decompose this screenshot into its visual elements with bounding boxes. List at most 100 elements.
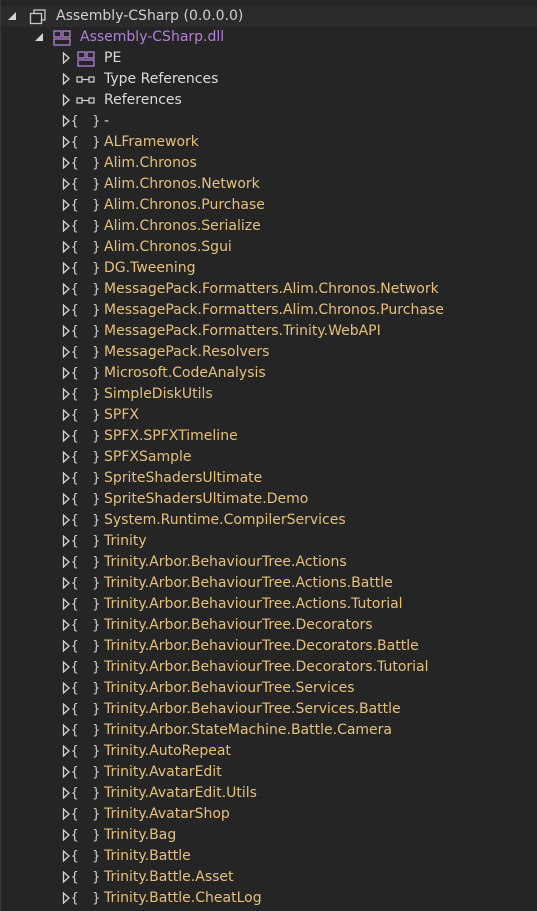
collapsed-arrow-icon[interactable] xyxy=(61,178,71,190)
collapsed-arrow-icon[interactable] xyxy=(61,220,71,232)
collapsed-arrow-icon[interactable] xyxy=(61,640,71,652)
namespace-icon: { } xyxy=(70,870,104,885)
tree-node-namespace[interactable]: { } - xyxy=(1,111,537,132)
tree-node-namespace[interactable]: { } Trinity.Arbor.BehaviourTree.Services xyxy=(1,678,537,699)
tree-node-namespace[interactable]: { } Trinity.Bag xyxy=(1,825,537,846)
collapsed-arrow-icon[interactable] xyxy=(61,346,71,358)
tree-node-namespace[interactable]: { } SpriteShadersUltimate xyxy=(1,468,537,489)
collapsed-arrow-icon[interactable] xyxy=(61,619,71,631)
tree-node-namespace[interactable]: { } Trinity.Battle.Asset xyxy=(1,867,537,888)
tree-node-namespace[interactable]: { } MessagePack.Formatters.Trinity.WebAPI xyxy=(1,321,537,342)
collapsed-arrow-icon[interactable] xyxy=(61,808,71,820)
collapsed-arrow-icon[interactable] xyxy=(61,598,71,610)
tree-node-namespace[interactable]: { } Alim.Chronos xyxy=(1,153,537,174)
collapsed-arrow-icon[interactable] xyxy=(61,577,71,589)
collapsed-arrow-icon[interactable] xyxy=(61,787,71,799)
namespace-icon: { } xyxy=(70,828,104,843)
namespace-icon: { } xyxy=(70,639,104,654)
tree-node-namespace[interactable]: { } Trinity.Arbor.BehaviourTree.Actions xyxy=(1,552,537,573)
collapsed-arrow-icon[interactable] xyxy=(61,325,71,337)
tree-node-namespace[interactable]: { } DG.Tweening xyxy=(1,258,537,279)
collapsed-arrow-icon[interactable] xyxy=(61,283,71,295)
collapsed-arrow-icon[interactable] xyxy=(61,493,71,505)
tree-node-namespace[interactable]: { } Trinity.Arbor.BehaviourTree.Decorator… xyxy=(1,636,537,657)
collapsed-arrow-icon[interactable] xyxy=(61,73,71,85)
namespace-label: - xyxy=(104,113,110,129)
tree-node-dll[interactable]: Assembly-CSharp.dll xyxy=(1,27,537,48)
tree-node-namespace[interactable]: { } Trinity.AvatarShop xyxy=(1,804,537,825)
tree-node-namespace[interactable]: { } SPFXSample xyxy=(1,447,537,468)
collapsed-arrow-icon[interactable] xyxy=(61,766,71,778)
collapsed-arrow-icon[interactable] xyxy=(61,241,71,253)
collapsed-arrow-icon[interactable] xyxy=(61,262,71,274)
collapsed-arrow-icon[interactable] xyxy=(61,115,71,127)
collapsed-arrow-icon[interactable] xyxy=(61,388,71,400)
tree-node-namespace[interactable]: { } Trinity.Arbor.BehaviourTree.Actions.T… xyxy=(1,594,537,615)
tree-node-namespace[interactable]: { } Trinity.AutoRepeat xyxy=(1,741,537,762)
collapsed-arrow-icon[interactable] xyxy=(61,535,71,547)
namespace-icon: { } xyxy=(70,240,104,255)
namespace-icon: { } xyxy=(70,786,104,801)
collapsed-arrow-icon[interactable] xyxy=(61,367,71,379)
collapsed-arrow-icon[interactable] xyxy=(61,409,71,421)
tree-node-namespace[interactable]: { } SpriteShadersUltimate.Demo xyxy=(1,489,537,510)
tree-node-namespace[interactable]: { } Microsoft.CodeAnalysis xyxy=(1,363,537,384)
tree-node-namespace[interactable]: { } Trinity.Arbor.BehaviourTree.Actions.B… xyxy=(1,573,537,594)
tree-node-namespace[interactable]: { } SPFX.SPFXTimeline xyxy=(1,426,537,447)
tree-node-pe[interactable]: PE xyxy=(1,48,537,69)
tree-node-assembly[interactable]: Assembly-CSharp (0.0.0.0) xyxy=(1,6,537,27)
tree-node-namespace[interactable]: { } Alim.Chronos.Sgui xyxy=(1,237,537,258)
pe-icon xyxy=(77,50,95,67)
collapsed-arrow-icon[interactable] xyxy=(61,157,71,169)
namespace-label: Trinity.Arbor.BehaviourTree.Actions.Tuto… xyxy=(104,596,403,612)
namespace-icon: { } xyxy=(70,618,104,633)
collapsed-arrow-icon[interactable] xyxy=(61,871,71,883)
tree-node-namespace[interactable]: { } Trinity.AvatarEdit xyxy=(1,762,537,783)
collapsed-arrow-icon[interactable] xyxy=(61,94,71,106)
tree-node-references[interactable]: References xyxy=(1,90,537,111)
collapsed-arrow-icon[interactable] xyxy=(61,472,71,484)
tree-node-namespace[interactable]: { } MessagePack.Formatters.Alim.Chronos.N… xyxy=(1,279,537,300)
tree-node-namespace[interactable]: { } Trinity.Arbor.BehaviourTree.Decorator… xyxy=(1,615,537,636)
collapsed-arrow-icon[interactable] xyxy=(61,745,71,757)
tree-node-namespace[interactable]: { } ALFramework xyxy=(1,132,537,153)
pe-label: PE xyxy=(104,50,122,66)
tree-node-namespace[interactable]: { } Alim.Chronos.Serialize xyxy=(1,216,537,237)
collapsed-arrow-icon[interactable] xyxy=(61,451,71,463)
collapsed-arrow-icon[interactable] xyxy=(61,136,71,148)
namespace-icon: { } xyxy=(70,261,104,276)
collapsed-arrow-icon[interactable] xyxy=(61,724,71,736)
tree-node-namespace[interactable]: { } Trinity.Battle.CheatLog xyxy=(1,888,537,909)
collapsed-arrow-icon[interactable] xyxy=(61,850,71,862)
collapsed-arrow-icon[interactable] xyxy=(61,829,71,841)
collapsed-arrow-icon[interactable] xyxy=(61,514,71,526)
expanded-arrow-icon[interactable] xyxy=(7,10,17,22)
collapsed-arrow-icon[interactable] xyxy=(61,430,71,442)
collapsed-arrow-icon[interactable] xyxy=(61,682,71,694)
tree-node-namespace[interactable]: { } SimpleDiskUtils xyxy=(1,384,537,405)
collapsed-arrow-icon[interactable] xyxy=(61,52,71,64)
collapsed-arrow-icon[interactable] xyxy=(61,892,71,904)
tree-node-namespace[interactable]: { } Trinity.Arbor.BehaviourTree.Services.… xyxy=(1,699,537,720)
tree-node-namespace[interactable]: { } MessagePack.Resolvers xyxy=(1,342,537,363)
namespace-icon: { } xyxy=(70,114,104,129)
namespace-label: Trinity.Arbor.BehaviourTree.Services.Bat… xyxy=(104,701,401,717)
tree-node-namespace[interactable]: { } System.Runtime.CompilerServices xyxy=(1,510,537,531)
expanded-arrow-icon[interactable] xyxy=(34,31,44,43)
namespace-label: SPFXSample xyxy=(104,449,192,465)
tree-node-namespace[interactable]: { } Trinity xyxy=(1,531,537,552)
tree-node-namespace[interactable]: { } Trinity.AvatarEdit.Utils xyxy=(1,783,537,804)
tree-node-namespace[interactable]: { } Alim.Chronos.Network xyxy=(1,174,537,195)
tree-node-type-references[interactable]: Type References xyxy=(1,69,537,90)
collapsed-arrow-icon[interactable] xyxy=(61,703,71,715)
tree-node-namespace[interactable]: { } Alim.Chronos.Purchase xyxy=(1,195,537,216)
tree-node-namespace[interactable]: { } SPFX xyxy=(1,405,537,426)
tree-node-namespace[interactable]: { } Trinity.Battle xyxy=(1,846,537,867)
collapsed-arrow-icon[interactable] xyxy=(61,661,71,673)
collapsed-arrow-icon[interactable] xyxy=(61,556,71,568)
tree-node-namespace[interactable]: { } Trinity.Arbor.StateMachine.Battle.Cam… xyxy=(1,720,537,741)
collapsed-arrow-icon[interactable] xyxy=(61,304,71,316)
tree-node-namespace[interactable]: { } Trinity.Arbor.BehaviourTree.Decorator… xyxy=(1,657,537,678)
collapsed-arrow-icon[interactable] xyxy=(61,199,71,211)
tree-node-namespace[interactable]: { } MessagePack.Formatters.Alim.Chronos.P… xyxy=(1,300,537,321)
